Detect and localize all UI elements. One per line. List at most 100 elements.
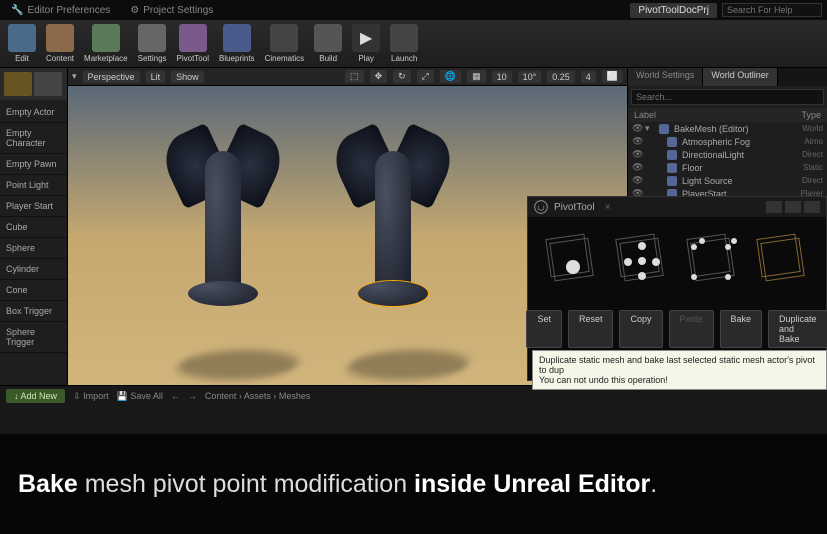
place-item[interactable]: Point Light xyxy=(0,175,67,196)
pivot-preset-faces[interactable] xyxy=(614,232,669,287)
surface-snap[interactable]: ▦ xyxy=(467,70,486,83)
angle-snap-value[interactable]: 10° xyxy=(518,71,542,83)
actor-label: Floor xyxy=(680,163,800,173)
settings-icon xyxy=(138,24,166,52)
place-item[interactable]: Sphere xyxy=(0,238,67,259)
visibility-icon[interactable]: 👁 xyxy=(632,175,642,186)
settings-button[interactable]: Settings xyxy=(138,24,167,63)
mode-tabs xyxy=(0,68,67,100)
place-item[interactable]: Cone xyxy=(0,280,67,301)
pivot-preset-edges[interactable] xyxy=(755,232,810,287)
play-button[interactable]: ▶Play xyxy=(352,24,380,63)
pivot-titlebar[interactable]: PivotTool × xyxy=(528,197,826,217)
outliner-row[interactable]: 👁 Atmospheric FogAtmo xyxy=(628,135,827,148)
visibility-icon[interactable]: 👁 xyxy=(632,162,642,173)
marketplace-icon xyxy=(92,24,120,52)
statue-mesh xyxy=(168,111,278,321)
pivottool-button[interactable]: PivotTool xyxy=(177,24,209,63)
place-item[interactable]: Empty Pawn xyxy=(0,154,67,175)
pivot-preset-corners[interactable] xyxy=(685,232,740,287)
actor-label: Light Source xyxy=(680,176,799,186)
tab-project-settings[interactable]: ⚙ Project Settings xyxy=(124,3,219,18)
transform-select[interactable]: ⬚ xyxy=(345,70,364,83)
visibility-icon[interactable]: 👁 xyxy=(632,136,642,147)
add-new-button[interactable]: ↓ Add New xyxy=(6,389,65,403)
actor-type: World xyxy=(802,124,823,133)
perspective-dropdown[interactable]: Perspective xyxy=(83,71,140,83)
coord-space[interactable]: 🌐 xyxy=(440,70,461,83)
expand-icon[interactable]: ▾ xyxy=(645,123,653,134)
place-item[interactable]: Box Trigger xyxy=(0,301,67,322)
pivot-title-text: PivotTool xyxy=(554,202,595,213)
shadow xyxy=(169,350,306,380)
place-item[interactable]: Player Start xyxy=(0,196,67,217)
outliner-row[interactable]: 👁 Light SourceDirect xyxy=(628,174,827,187)
actor-type: Direct xyxy=(802,176,823,185)
grid-snap-value[interactable]: 10 xyxy=(492,71,512,83)
place-item[interactable]: Sphere Trigger xyxy=(0,322,67,353)
save-all-button[interactable]: 💾 Save All xyxy=(117,391,163,402)
tab-world-outliner[interactable]: World Outliner xyxy=(703,68,777,86)
bake-button[interactable]: Bake xyxy=(720,310,763,348)
place-item[interactable]: Empty Actor xyxy=(0,102,67,123)
minimize-button[interactable] xyxy=(766,201,782,213)
camera-speed[interactable]: 4 xyxy=(581,71,596,83)
transform-rotate[interactable]: ↻ xyxy=(393,70,411,83)
paint-mode-icon[interactable] xyxy=(34,72,62,96)
marketplace-button[interactable]: Marketplace xyxy=(84,24,128,63)
gear-icon: ⚙ xyxy=(130,5,139,16)
paste-button: Paste xyxy=(669,310,714,348)
close-tab-icon[interactable]: × xyxy=(605,202,611,213)
tab-world-settings[interactable]: World Settings xyxy=(628,68,703,86)
actor-label: Atmospheric Fog xyxy=(680,137,801,147)
place-item[interactable]: Cube xyxy=(0,217,67,238)
column-type[interactable]: Type xyxy=(801,110,821,120)
place-item[interactable]: Empty Character xyxy=(0,123,67,154)
unreal-icon xyxy=(534,200,548,214)
viewport-maximize[interactable]: ⬜ xyxy=(602,70,623,83)
cinematics-button[interactable]: Cinematics xyxy=(265,24,305,63)
path-back[interactable]: ← xyxy=(171,391,180,401)
import-button[interactable]: ⇩ Import xyxy=(73,391,109,402)
title-bar: 🔧 Editor Preferences ⚙ Project Settings … xyxy=(0,0,827,20)
scale-snap-value[interactable]: 0.25 xyxy=(547,71,575,83)
reset-button[interactable]: Reset xyxy=(568,310,614,348)
duplicate-bake-button[interactable]: Duplicate and Bake xyxy=(768,310,827,348)
show-dropdown[interactable]: Show xyxy=(171,71,204,83)
help-search-input[interactable] xyxy=(722,3,822,17)
build-button[interactable]: Build xyxy=(314,24,342,63)
tab-editor-preferences[interactable]: 🔧 Editor Preferences xyxy=(5,3,116,18)
place-item[interactable]: Cylinder xyxy=(0,259,67,280)
outliner-row[interactable]: 👁▾ BakeMesh (Editor)World xyxy=(628,122,827,135)
actor-label: BakeMesh (Editor) xyxy=(672,124,799,134)
breadcrumb[interactable]: Content › Assets › Meshes xyxy=(205,391,311,401)
maximize-button[interactable] xyxy=(785,201,801,213)
pivot-preset-center[interactable] xyxy=(544,232,599,287)
edit-icon xyxy=(8,24,36,52)
modes-panel: Empty ActorEmpty CharacterEmpty PawnPoin… xyxy=(0,68,68,420)
copy-button[interactable]: Copy xyxy=(619,310,662,348)
outliner-row[interactable]: 👁DirectionalLightDirect xyxy=(628,148,827,161)
set-button[interactable]: Set xyxy=(526,310,562,348)
close-button[interactable] xyxy=(804,201,820,213)
column-label[interactable]: Label xyxy=(634,110,801,120)
blueprints-button[interactable]: Blueprints xyxy=(219,24,255,63)
place-mode-icon[interactable] xyxy=(4,72,32,96)
caption-text: Bake mesh pivot point modification insid… xyxy=(18,470,657,499)
content-button[interactable]: Content xyxy=(46,24,74,63)
viewport-menu-icon[interactable]: ▾ xyxy=(72,71,77,82)
outliner-header: Label Type xyxy=(628,108,827,122)
launch-button[interactable]: Launch xyxy=(390,24,418,63)
visibility-icon[interactable]: 👁 xyxy=(632,123,642,134)
edit-button[interactable]: Edit xyxy=(8,24,36,63)
pivottool-icon xyxy=(179,24,207,52)
outliner-row[interactable]: 👁FloorStatic xyxy=(628,161,827,174)
actor-type: Atmo xyxy=(804,137,823,146)
path-fwd[interactable]: → xyxy=(188,391,197,401)
transform-scale[interactable]: ⤢ xyxy=(417,70,434,83)
outliner-search-input[interactable] xyxy=(631,89,824,105)
transform-move[interactable]: ✥ xyxy=(370,70,388,83)
visibility-icon[interactable]: 👁 xyxy=(632,149,642,160)
wrench-icon: 🔧 xyxy=(11,5,23,16)
lit-dropdown[interactable]: Lit xyxy=(146,71,166,83)
